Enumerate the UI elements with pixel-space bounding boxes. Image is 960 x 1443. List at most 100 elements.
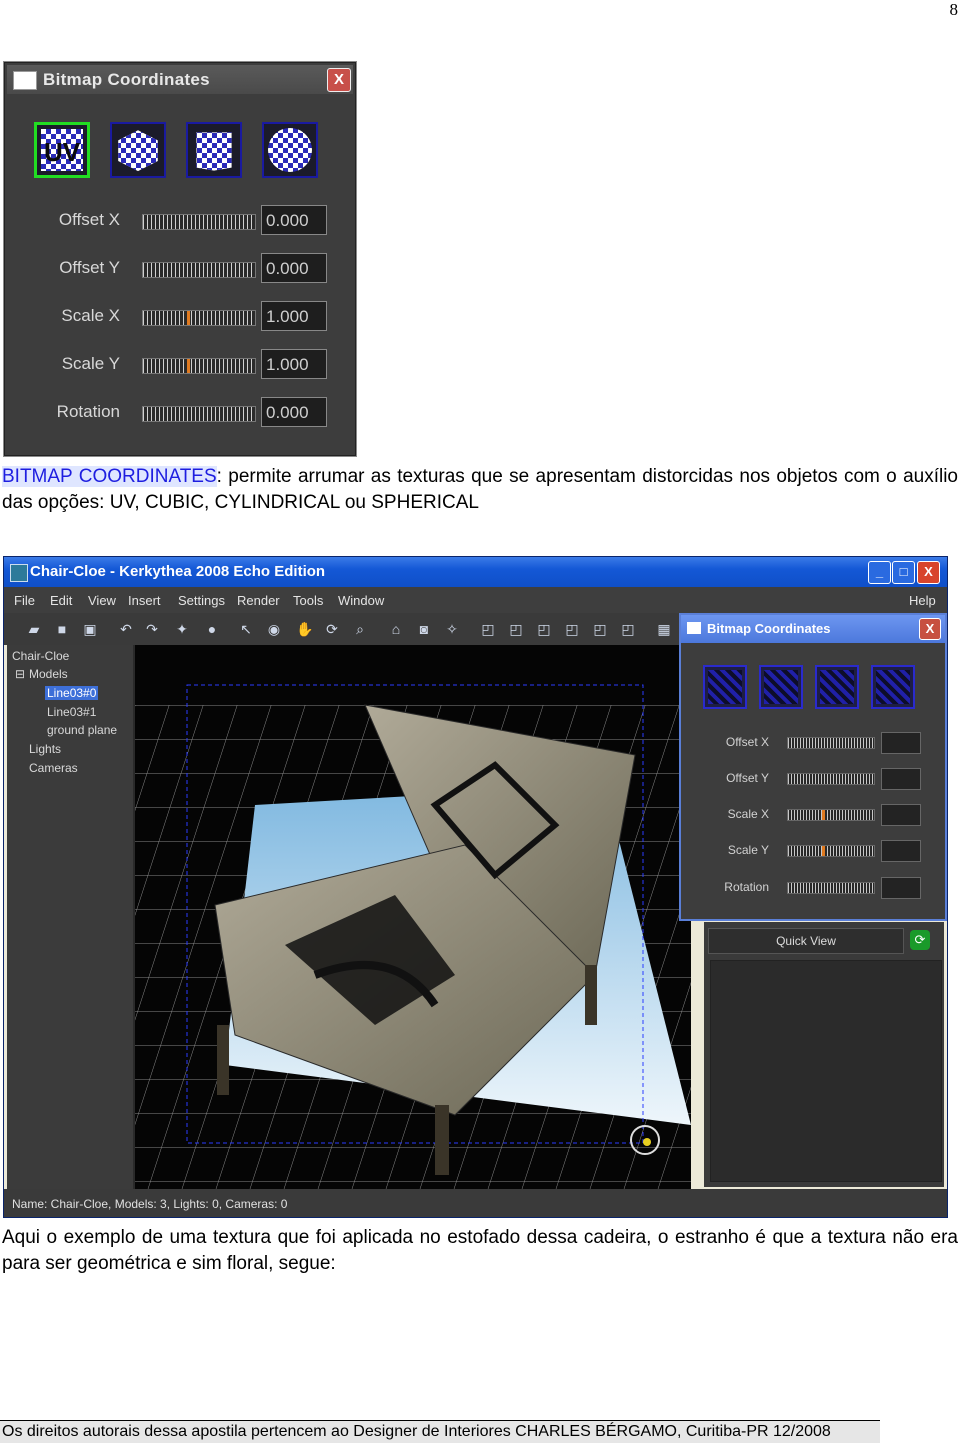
bitmap-coordinates-panel: Bitmap Coordinates X Offset X Offset Y S…	[679, 613, 947, 921]
menu-edit[interactable]: Edit	[50, 593, 72, 608]
app-title-bar[interactable]: Chair-Cloe - Kerkythea 2008 Echo Edition…	[4, 557, 947, 587]
menu-settings[interactable]: Settings	[178, 593, 225, 608]
close-button[interactable]: X	[917, 561, 940, 584]
menu-file[interactable]: File	[14, 593, 35, 608]
rotation-label: Rotation	[56, 402, 120, 421]
scale-x-slider[interactable]	[787, 809, 875, 821]
uv-mapping-button[interactable]: UV	[34, 122, 90, 178]
menu-view[interactable]: View	[88, 593, 116, 608]
uv-label: UV	[43, 137, 81, 167]
chair-leg	[435, 1105, 449, 1175]
rotation-slider[interactable]	[142, 406, 256, 422]
tree-item-ground-plane[interactable]: ground plane	[47, 723, 117, 737]
wand-icon[interactable]: ✦	[174, 621, 190, 637]
undo-icon[interactable]: ↶	[118, 621, 134, 637]
rotation-field[interactable]: 0.000	[261, 397, 327, 427]
offset-y-slider[interactable]	[787, 773, 875, 785]
target-icon[interactable]: ◉	[266, 621, 282, 637]
offset-x-label: Offset X	[58, 210, 120, 229]
save-icon[interactable]: ■	[54, 621, 70, 637]
zoom-icon[interactable]: ⌕	[352, 621, 368, 637]
offset-x-field[interactable]	[881, 732, 921, 754]
dialog-title-bar[interactable]: Bitmap Coordinates X	[7, 65, 353, 94]
scale-x-field[interactable]: 1.000	[261, 301, 327, 331]
caption-paragraph: Aqui o exemplo de uma textura que foi ap…	[2, 1227, 958, 1274]
view-cube-4-icon[interactable]: ◰	[564, 621, 580, 637]
tree-item-line03-1[interactable]: Line03#1	[47, 705, 96, 719]
chair-leg	[217, 1025, 229, 1095]
scene-tree: Chair-Cloe ⊟ Models Line03#0 Line03#1 gr…	[7, 645, 135, 1189]
scale-y-slider[interactable]	[787, 845, 875, 857]
minimize-button[interactable]: _	[868, 561, 891, 584]
tree-toggle[interactable]: ⊟	[15, 667, 25, 681]
spherical-mapping-button[interactable]	[871, 665, 915, 709]
tree-item-line03-0[interactable]: Line03#0	[45, 686, 99, 700]
hand-pan-icon[interactable]: ✋	[296, 621, 313, 637]
quick-view-preview	[710, 960, 942, 1182]
maximize-button[interactable]: □	[892, 561, 915, 584]
tree-lights[interactable]: Lights	[29, 742, 61, 756]
refresh-icon[interactable]: ⟳	[910, 930, 930, 950]
offset-y-field[interactable]	[881, 768, 921, 790]
menu-render[interactable]: Render	[237, 593, 280, 608]
slider-knob[interactable]	[187, 311, 190, 325]
cubic-mapping-button[interactable]	[110, 122, 166, 178]
app-title: Chair-Cloe - Kerkythea 2008 Echo Edition	[30, 563, 326, 580]
scale-x-field[interactable]	[881, 804, 921, 826]
menu-window[interactable]: Window	[338, 593, 384, 608]
rotation-slider[interactable]	[787, 882, 875, 894]
view-cube-2-icon[interactable]: ◰	[508, 621, 524, 637]
sphere-render-icon[interactable]: ●	[204, 621, 220, 637]
slider-knob[interactable]	[822, 810, 825, 820]
menu-tools[interactable]: Tools	[293, 593, 323, 608]
slider-knob[interactable]	[822, 846, 825, 856]
tree-models[interactable]: Models	[29, 667, 68, 681]
render-viewport[interactable]	[135, 645, 691, 1189]
menu-insert[interactable]: Insert	[128, 593, 161, 608]
camera-icon[interactable]: ◙	[416, 621, 432, 637]
view-cube-1-icon[interactable]: ◰	[480, 621, 496, 637]
view-cube-3-icon[interactable]: ◰	[536, 621, 552, 637]
uv-mapping-button[interactable]	[703, 665, 747, 709]
panel-title: Bitmap Coordinates	[707, 621, 831, 636]
slider-knob[interactable]	[187, 359, 190, 373]
rotation-field[interactable]	[881, 877, 921, 899]
offset-x-field[interactable]: 0.000	[261, 205, 327, 235]
home-icon[interactable]: ⌂	[388, 621, 404, 637]
tree-root[interactable]: Chair-Cloe	[12, 649, 69, 663]
view-cube-6-icon[interactable]: ◰	[620, 621, 636, 637]
status-bar: Name: Chair-Cloe, Models: 3, Lights: 0, …	[4, 1189, 947, 1217]
cylindrical-mapping-button[interactable]	[186, 122, 242, 178]
scale-x-label: Scale X	[727, 807, 769, 821]
viewport-scene	[135, 684, 691, 1189]
quick-view-button[interactable]: Quick View	[708, 928, 904, 954]
sphere-pattern-icon	[876, 670, 910, 704]
tree-cameras[interactable]: Cameras	[29, 761, 78, 775]
scale-y-field[interactable]	[881, 840, 921, 862]
light-icon[interactable]: ✧	[444, 621, 460, 637]
page-number: 8	[949, 0, 959, 19]
scale-x-slider[interactable]	[142, 310, 256, 326]
rotate-view-icon[interactable]: ⟳	[324, 621, 340, 637]
scale-y-label: Scale Y	[61, 354, 120, 373]
open-folder-icon[interactable]: ▰	[26, 621, 42, 637]
panel-title-bar[interactable]: Bitmap Coordinates X	[681, 615, 945, 643]
view-cube-5-icon[interactable]: ◰	[592, 621, 608, 637]
offset-y-field[interactable]: 0.000	[261, 253, 327, 283]
redo-icon[interactable]: ↷	[144, 621, 160, 637]
spherical-mapping-button[interactable]	[262, 122, 318, 178]
save-all-icon[interactable]: ▣	[82, 621, 98, 637]
close-button[interactable]: X	[327, 68, 351, 92]
offset-y-slider[interactable]	[142, 262, 256, 278]
offset-x-slider[interactable]	[142, 214, 256, 230]
panel-close-button[interactable]: X	[919, 618, 941, 640]
cubic-mapping-button[interactable]	[759, 665, 803, 709]
cylindrical-mapping-button[interactable]	[815, 665, 859, 709]
scene-icon[interactable]: ▦	[656, 621, 672, 637]
scale-y-field[interactable]: 1.000	[261, 349, 327, 379]
offset-x-slider[interactable]	[787, 737, 875, 749]
scale-y-slider[interactable]	[142, 358, 256, 374]
select-arrow-icon[interactable]: ↖	[238, 621, 254, 637]
quick-view-label: Quick View	[776, 934, 836, 948]
menu-help[interactable]: Help	[909, 593, 936, 608]
